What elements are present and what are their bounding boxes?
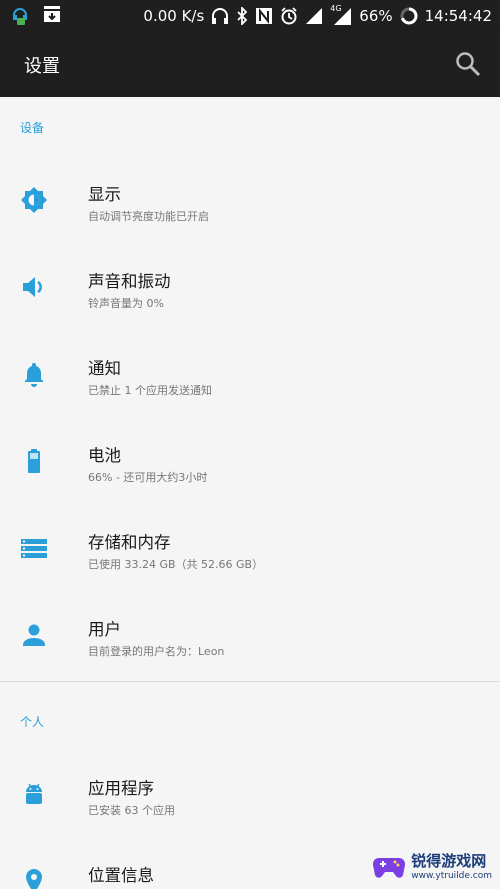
item-title: 存储和内存 xyxy=(88,533,171,552)
location-icon xyxy=(20,867,48,889)
item-subtitle: 目前登录的用户名为：Leon xyxy=(88,645,225,658)
nfc-icon xyxy=(255,7,273,25)
settings-item-display[interactable]: 显示 自动调节亮度功能已开启 xyxy=(0,157,500,244)
item-title: 位置信息 xyxy=(88,866,154,885)
bluetooth-icon xyxy=(236,7,248,25)
item-title: 应用程序 xyxy=(88,779,154,798)
brightness-icon xyxy=(20,186,48,214)
settings-item-notifications[interactable]: 通知 已禁止 1 个应用发送通知 xyxy=(0,331,500,418)
signal-icon xyxy=(305,7,323,25)
item-subtitle: 自动调节亮度功能已开启 xyxy=(88,210,209,223)
clock: 14:54:42 xyxy=(424,7,492,25)
search-icon[interactable] xyxy=(454,50,482,78)
battery-ring-icon xyxy=(400,7,418,25)
android-icon xyxy=(20,780,48,808)
page-title: 设置 xyxy=(24,56,60,77)
headphones-icon xyxy=(211,7,229,25)
battery-percent: 66% xyxy=(359,7,393,25)
net-speed: 0.00 K/s xyxy=(143,7,205,25)
section-header-device: 设备 xyxy=(20,121,45,135)
item-title: 声音和振动 xyxy=(88,272,171,291)
section-header-personal: 个人 xyxy=(20,715,45,729)
volume-icon xyxy=(20,273,48,301)
watermark-title: 锐得游戏网 xyxy=(411,852,487,870)
item-subtitle: 铃声音量为 0% xyxy=(88,297,164,310)
status-bar: 0.00 K/s 4G 66% 14:54:42 xyxy=(0,0,500,32)
item-title: 电池 xyxy=(88,446,121,465)
settings-list: 设备 显示 自动调节亮度功能已开启 声音和振动 铃声音量为 0% 通知 已禁止 … xyxy=(0,97,500,889)
app-bar: 设置 xyxy=(0,32,500,97)
item-subtitle: 66% - 还可用大约3小时 xyxy=(88,471,208,484)
battery-icon xyxy=(20,447,48,475)
bell-icon xyxy=(20,360,48,388)
item-subtitle: 已使用 33.24 GB（共 52.66 GB） xyxy=(88,558,264,571)
item-subtitle: 已禁止 1 个应用发送通知 xyxy=(88,384,212,397)
settings-item-users[interactable]: 用户 目前登录的用户名为：Leon xyxy=(0,592,500,679)
headset-notification-icon xyxy=(10,4,30,26)
storage-icon xyxy=(20,534,48,562)
watermark: 锐得游戏网 www.ytruilde.com xyxy=(373,850,492,881)
settings-item-sound[interactable]: 声音和振动 铃声音量为 0% xyxy=(0,244,500,331)
item-title: 显示 xyxy=(88,185,121,204)
alarm-icon xyxy=(280,7,298,25)
watermark-url: www.ytruilde.com xyxy=(411,871,492,881)
item-title: 用户 xyxy=(88,620,121,639)
gamepad-logo-icon xyxy=(373,852,406,880)
settings-item-storage[interactable]: 存储和内存 已使用 33.24 GB（共 52.66 GB） xyxy=(0,505,500,592)
item-subtitle: 已安装 63 个应用 xyxy=(88,804,175,817)
mobile-signal-icon: 4G xyxy=(330,4,352,26)
settings-item-apps[interactable]: 应用程序 已安装 63 个应用 xyxy=(0,751,500,838)
network-type: 4G xyxy=(330,4,342,13)
item-title: 通知 xyxy=(88,359,121,378)
user-icon xyxy=(20,621,48,649)
download-notification-icon xyxy=(42,4,62,26)
section-divider xyxy=(0,681,500,682)
settings-item-battery[interactable]: 电池 66% - 还可用大约3小时 xyxy=(0,418,500,505)
